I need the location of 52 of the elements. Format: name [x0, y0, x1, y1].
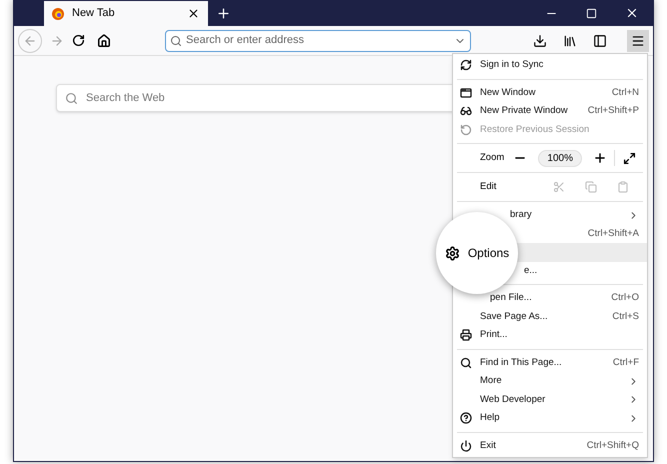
- sync-icon: [460, 59, 472, 72]
- address-field[interactable]: Search or enter address: [165, 30, 471, 52]
- plus-icon: [593, 151, 607, 165]
- menu-item[interactable]: Web Developer: [453, 390, 647, 409]
- menu-item[interactable]: Print...: [453, 326, 647, 344]
- shortcut-text: Ctrl+Shift+A: [588, 226, 639, 241]
- close-icon[interactable]: [625, 6, 639, 20]
- menu-button[interactable]: [627, 30, 649, 52]
- menu-item[interactable]: Find in This Page... Ctrl+F: [453, 354, 647, 372]
- mask-icon: [460, 105, 472, 118]
- menu-item[interactable]: More: [453, 372, 647, 390]
- library-icon[interactable]: [563, 34, 577, 48]
- download-icon[interactable]: [533, 34, 547, 48]
- shortcut-text: Ctrl+Shift+P: [588, 104, 639, 118]
- menu-item[interactable]: Exit Ctrl+Shift+Q: [453, 436, 647, 455]
- browser-logo-icon: [52, 8, 64, 20]
- new-tab-icon[interactable]: [216, 6, 231, 21]
- shortcut-text: Ctrl+Shift+Q: [586, 438, 639, 453]
- new-window-icon: [460, 86, 472, 99]
- browser-tab[interactable]: New Tab: [44, 1, 208, 26]
- menu-icon: [631, 34, 645, 48]
- maximize-icon[interactable]: [586, 8, 597, 19]
- gear-icon: [444, 246, 460, 260]
- menu-item[interactable]: Save Page As... Ctrl+S: [453, 308, 647, 326]
- shortcut-text: Ctrl+S: [612, 310, 639, 324]
- menu-item[interactable]: brary: [453, 206, 647, 224]
- shortcut-text: Ctrl+F: [612, 356, 639, 370]
- printer-icon: [460, 329, 472, 342]
- expand-icon: [622, 152, 636, 164]
- magnified-label: Options: [468, 245, 510, 262]
- scissors-icon: [553, 181, 565, 193]
- shortcut-text: Ctrl+O: [611, 291, 639, 306]
- clipboard-icon: [617, 181, 629, 193]
- restore-icon: [460, 124, 472, 136]
- menu-label: Zoom: [480, 150, 506, 165]
- sidebar-icon[interactable]: [593, 34, 607, 48]
- help-icon: [460, 412, 472, 424]
- close-icon: [187, 7, 200, 20]
- menu-item[interactable]: Sign in to Sync: [453, 56, 647, 74]
- menu-item[interactable]: Help: [453, 409, 647, 428]
- search-icon: [460, 356, 472, 369]
- search-icon: [65, 92, 78, 104]
- address-input[interactable]: Search or enter address: [186, 32, 450, 49]
- power-icon: [460, 440, 472, 452]
- shortcut-text: Ctrl+N: [612, 86, 639, 100]
- menu-item[interactable]: pen File... Ctrl+O: [453, 289, 647, 308]
- home-icon[interactable]: [97, 34, 111, 48]
- search-icon: [170, 34, 182, 46]
- menu-label: Edit: [480, 180, 498, 194]
- zoom-level-button[interactable]: 100%: [538, 150, 582, 166]
- copy-icon: [585, 181, 597, 193]
- reload-icon[interactable]: [72, 34, 85, 47]
